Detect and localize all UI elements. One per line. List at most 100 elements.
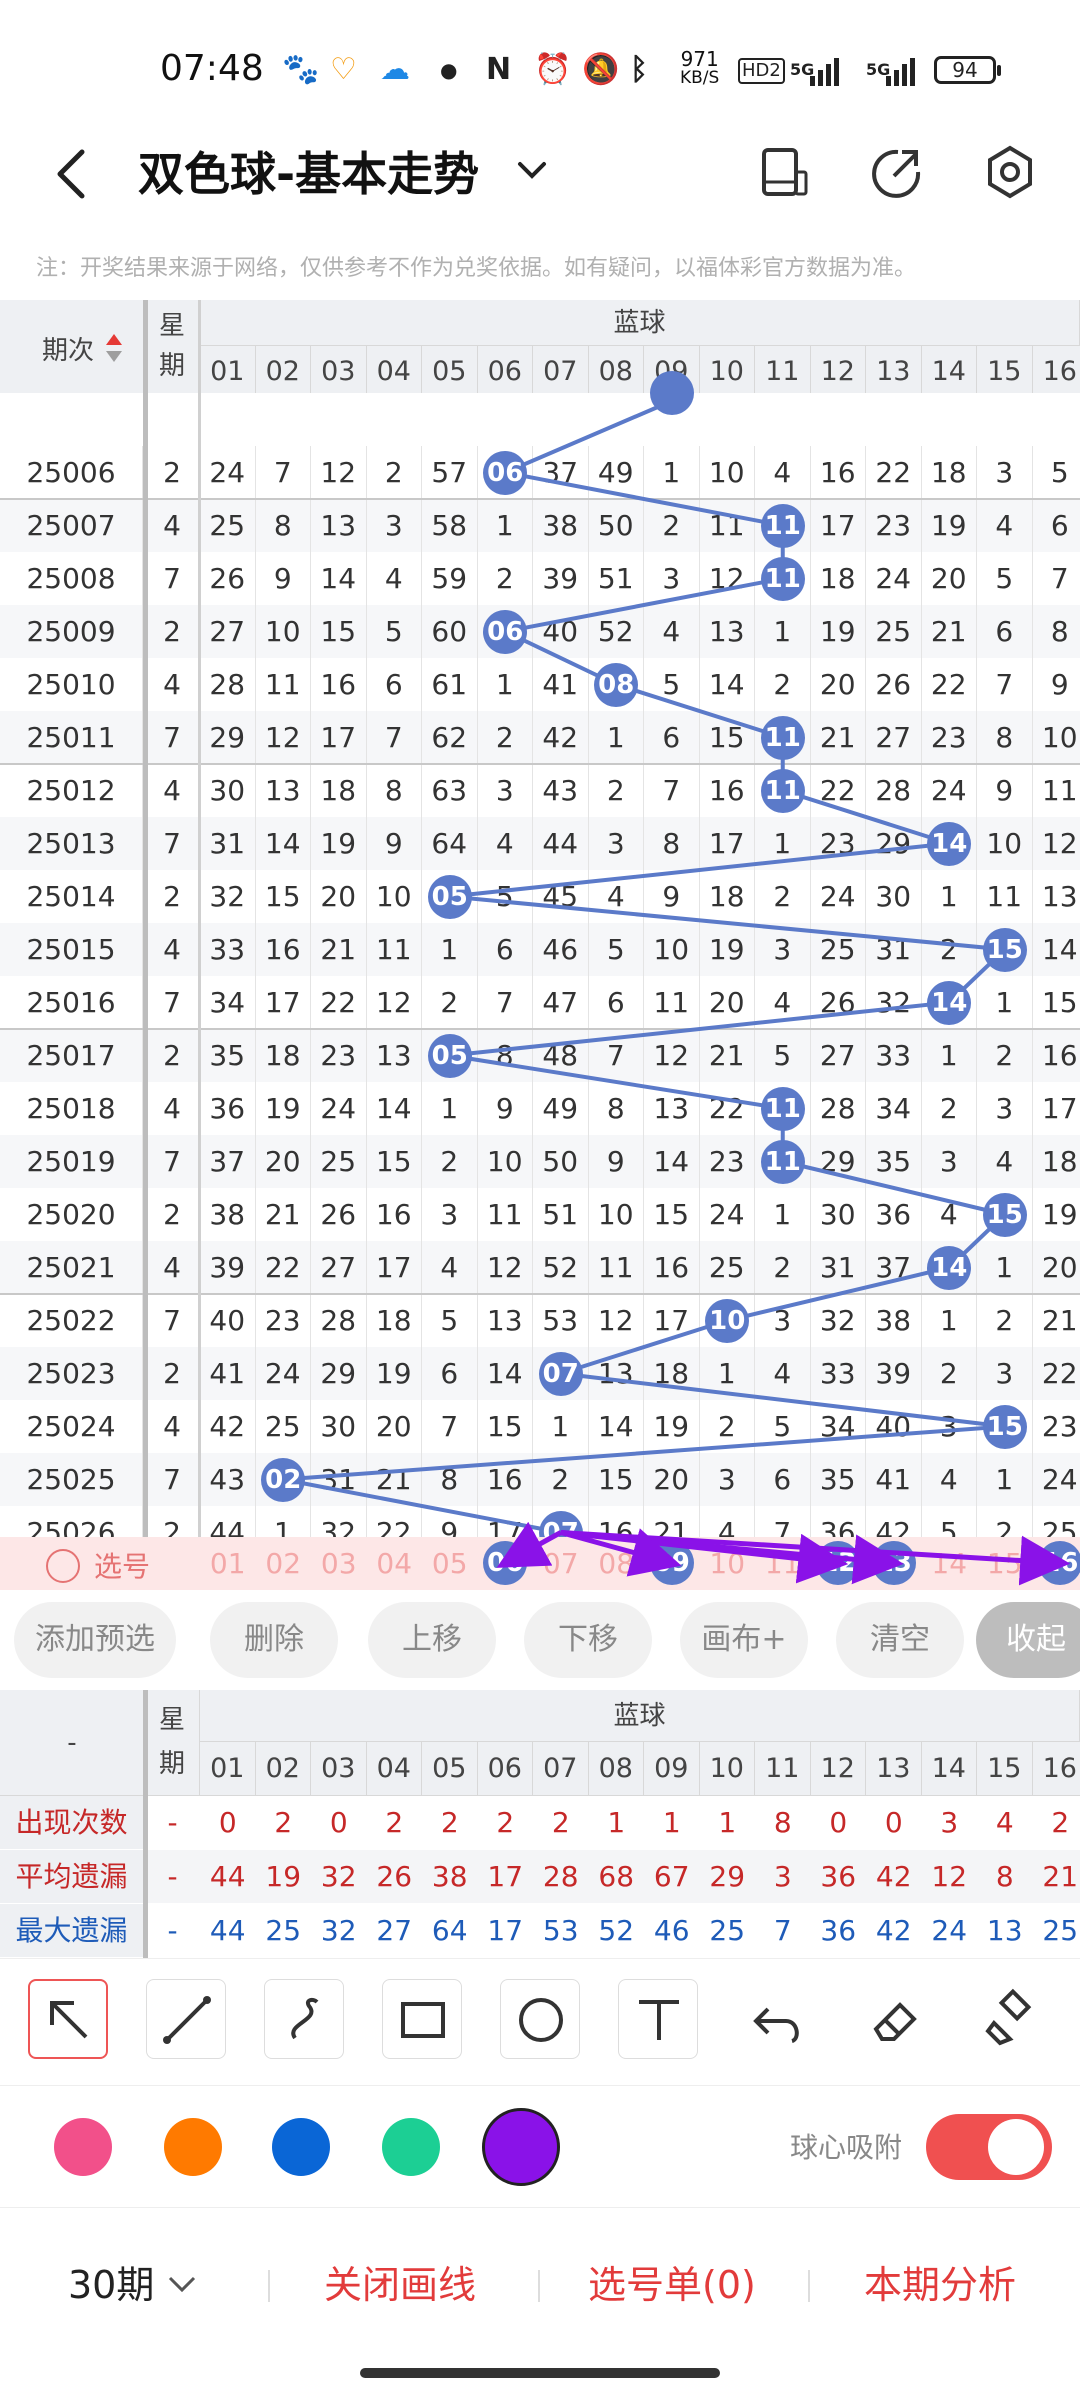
stats-value: 38 <box>431 1860 468 1893</box>
stats-value: 44 <box>209 1914 246 1947</box>
stats-value: 27 <box>376 1914 413 1947</box>
action-button[interactable]: 画布+ <box>680 1602 808 1678</box>
snap-toggle[interactable] <box>926 2114 1052 2180</box>
stats-value: 2 <box>1051 1806 1070 1839</box>
stats-value: 13 <box>986 1914 1023 1947</box>
stats-value: 17 <box>487 1914 524 1947</box>
app-header: 双色球-基本走势 <box>0 130 1080 230</box>
status-bar: 07:48 🐾 ♡ ☁ ● N ⏰ 🔕 ᛒ 971 KB/S HD2 5G 5G … <box>0 0 1080 130</box>
color-swatch[interactable] <box>164 2118 222 2176</box>
action-button[interactable]: 删除 <box>210 1602 338 1678</box>
stats-value: 46 <box>653 1914 690 1947</box>
column-header: 14 <box>921 1742 977 1796</box>
stats-label: 最大遗漏 <box>0 1904 143 1957</box>
rect-tool-icon[interactable] <box>382 1979 462 2059</box>
column-header: 07 <box>533 1742 589 1796</box>
phone-rotate-icon[interactable] <box>756 142 812 202</box>
color-swatch[interactable] <box>482 2108 560 2186</box>
action-button[interactable]: 上移 <box>368 1602 496 1678</box>
column-header: 08 <box>588 1742 644 1796</box>
circle-tool-icon[interactable] <box>500 1979 580 2059</box>
home-indicator[interactable] <box>360 2368 720 2378</box>
close-lines-button[interactable]: 关闭画线 <box>324 2260 476 2310</box>
drawn-arrows-layer <box>496 1521 1071 1586</box>
stats-table: - 星 期 蓝球 01 02 03 04 05 06 07 08 09 10 11 12 13 14 15 1… <box>0 1690 1080 1958</box>
stats-value: 1 <box>718 1806 737 1839</box>
chevron-down-icon[interactable] <box>166 2274 198 2296</box>
stats-value: 1 <box>607 1806 626 1839</box>
color-swatch[interactable] <box>272 2118 330 2176</box>
page-title[interactable]: 双色球-基本走势 <box>138 142 479 206</box>
period-selector[interactable]: 30期 <box>68 2260 154 2310</box>
column-header: 05 <box>422 1742 478 1796</box>
column-header: 04 <box>366 1742 422 1796</box>
back-icon[interactable] <box>48 144 98 204</box>
stats-value: 2 <box>385 1806 404 1839</box>
action-button[interactable]: 清空 <box>836 1602 964 1678</box>
column-header: 10 <box>699 1742 755 1796</box>
color-swatch[interactable] <box>382 2118 440 2176</box>
settings-icon[interactable] <box>982 142 1038 202</box>
stats-value: 2 <box>440 1806 459 1839</box>
analysis-button[interactable]: 本期分析 <box>864 2260 1016 2310</box>
paw-icon: 🐾 <box>282 52 320 87</box>
stats-value: 0 <box>329 1806 348 1839</box>
curve-tool-icon[interactable] <box>264 1979 344 2059</box>
stats-value: 42 <box>875 1860 912 1893</box>
stats-value: 44 <box>209 1860 246 1893</box>
stats-label: 平均遗漏 <box>0 1850 143 1903</box>
bottom-bar: 30期 关闭画线 选号单(0) 本期分析 <box>0 2208 1080 2358</box>
eraser-icon[interactable] <box>854 1979 934 2059</box>
text-tool-icon[interactable] <box>618 1979 698 2059</box>
stats-dash: - <box>167 1860 178 1893</box>
stats-value: 25 <box>265 1914 302 1947</box>
stats-row: 出现次数 - 0 2 0 2 2 2 2 1 1 1 8 0 0 3 4 2 <box>0 1796 1080 1849</box>
clear-brush-icon[interactable] <box>970 1979 1050 2059</box>
drawn-arrow <box>496 1521 562 1568</box>
signal-bars-icon <box>810 58 839 86</box>
arrow-tool-icon[interactable] <box>28 1979 108 2059</box>
stats-value: 8 <box>773 1806 792 1839</box>
trend-chart[interactable]: 期次 星 期 蓝球 010203040506070809101112131415… <box>0 300 1080 1590</box>
action-button[interactable]: 收起 <box>976 1602 1080 1678</box>
stats-week-header: 星 期 <box>145 1690 200 1796</box>
undo-icon[interactable] <box>738 1979 818 2059</box>
stats-value: 0 <box>884 1806 903 1839</box>
column-header: 11 <box>755 1742 811 1796</box>
column-header: 12 <box>810 1742 866 1796</box>
pick-list-button[interactable]: 选号单(0) <box>588 2260 756 2310</box>
app-icon: ♡ <box>330 52 357 87</box>
color-swatch[interactable] <box>54 2118 112 2176</box>
stats-value: 0 <box>829 1806 848 1839</box>
mute-icon: 🔕 <box>582 52 620 87</box>
dot-icon: ● <box>440 58 458 82</box>
stats-value: 42 <box>875 1914 912 1947</box>
share-icon[interactable] <box>868 142 924 202</box>
stats-value: 32 <box>320 1914 357 1947</box>
column-header: 01 <box>200 1742 256 1796</box>
stats-value: 64 <box>431 1914 468 1947</box>
hd-badge: HD2 <box>738 58 785 84</box>
stats-row: 最大遗漏 -44 25 32 27 64 17 53 52 46 25 7 36 42 24 13 25 <box>0 1904 1080 1957</box>
stats-value: 4 <box>995 1806 1014 1839</box>
stats-corner: - <box>0 1690 145 1796</box>
stats-value: 53 <box>542 1914 579 1947</box>
column-header: 13 <box>866 1742 922 1796</box>
alarm-icon: ⏰ <box>534 52 572 87</box>
stats-value: 29 <box>709 1860 746 1893</box>
snap-label: 球心吸附 <box>790 2131 903 2164</box>
stats-value: 3 <box>773 1860 792 1893</box>
action-button[interactable]: 添加预选 <box>14 1602 176 1678</box>
action-button[interactable]: 下移 <box>524 1602 652 1678</box>
stats-value: 8 <box>995 1860 1014 1893</box>
stats-value: 52 <box>598 1914 635 1947</box>
stats-value: 2 <box>551 1806 570 1839</box>
stats-value: 19 <box>265 1860 302 1893</box>
column-header: 16 <box>1032 1742 1080 1796</box>
line-tool-icon[interactable] <box>146 1979 226 2059</box>
stats-blue-header: 蓝球 <box>200 1690 1080 1742</box>
stats-value: 0 <box>218 1806 237 1839</box>
stats-value: 26 <box>376 1860 413 1893</box>
disclaimer-note: 注：开奖结果来源于网络，仅供参考不作为兑奖依据。如有疑问，以福体彩官方数据为准。 <box>36 256 917 281</box>
chevron-down-icon[interactable] <box>512 150 552 190</box>
